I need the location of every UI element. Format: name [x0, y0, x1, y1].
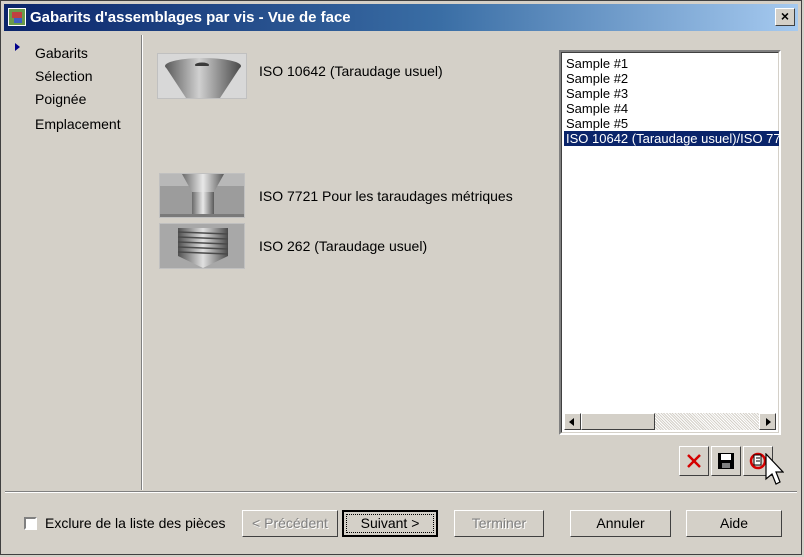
wizard-steps: Gabarits Sélection Poignée Emplacement — [1, 35, 142, 490]
list-item[interactable]: Sample #3 — [566, 86, 628, 101]
scroll-left-button[interactable] — [564, 413, 581, 430]
previous-button[interactable]: < Précédent — [242, 510, 338, 537]
template-label: ISO 10642 (Taraudage usuel) — [259, 63, 443, 79]
title-bar[interactable]: Gabarits d'assemblages par vis - Vue de … — [4, 4, 798, 31]
threaded-hole-icon — [159, 223, 245, 269]
mouse-cursor-icon — [765, 453, 784, 485]
step-poignee[interactable]: Poignée — [35, 91, 86, 107]
finish-button[interactable]: Terminer — [454, 510, 544, 537]
close-button[interactable]: × — [775, 8, 795, 26]
template-label: ISO 7721 Pour les taraudages métriques — [259, 188, 513, 204]
template-iso-10642[interactable]: ISO 10642 (Taraudage usuel) — [157, 53, 547, 99]
scroll-right-button[interactable] — [759, 413, 776, 430]
step-emplacement[interactable]: Emplacement — [35, 116, 121, 132]
template-iso-262[interactable]: ISO 262 (Taraudage usuel) — [159, 223, 549, 269]
delete-icon — [687, 454, 701, 468]
saved-templates-list[interactable]: Sample #1 Sample #2 Sample #3 Sample #4 … — [559, 50, 781, 435]
template-iso-7721[interactable]: ISO 7721 Pour les taraudages métriques — [159, 173, 549, 219]
list-item-selected[interactable]: ISO 10642 (Taraudage usuel)/ISO 7721 — [564, 131, 779, 146]
arrow-left-icon — [569, 418, 574, 426]
template-label: ISO 262 (Taraudage usuel) — [259, 238, 428, 254]
horizontal-scrollbar[interactable] — [564, 413, 776, 430]
scroll-thumb[interactable] — [581, 413, 655, 430]
next-button[interactable]: Suivant > — [342, 510, 438, 537]
exclude-checkbox[interactable] — [24, 517, 37, 530]
dialog-window: Gabarits d'assemblages par vis - Vue de … — [0, 0, 802, 555]
cancel-button[interactable]: Annuler — [570, 510, 671, 537]
list-item[interactable]: Sample #4 — [566, 101, 628, 116]
footer-separator — [5, 491, 797, 493]
list-item[interactable]: Sample #5 — [566, 116, 628, 131]
active-step-arrow-icon — [15, 43, 20, 51]
step-selection[interactable]: Sélection — [35, 68, 93, 84]
save-icon — [718, 453, 734, 469]
exclude-label[interactable]: Exclure de la liste des pièces — [45, 515, 226, 531]
save-button[interactable] — [711, 446, 741, 476]
delete-button[interactable] — [679, 446, 709, 476]
countersunk-hole-icon — [159, 173, 245, 218]
arrow-right-icon — [766, 418, 771, 426]
countersunk-screw-icon — [157, 53, 247, 99]
step-gabarits[interactable]: Gabarits — [35, 45, 88, 61]
list-item[interactable]: Sample #2 — [566, 71, 628, 86]
window-title: Gabarits d'assemblages par vis - Vue de … — [30, 9, 351, 26]
help-button[interactable]: Aide — [686, 510, 782, 537]
list-item[interactable]: Sample #1 — [566, 56, 628, 71]
app-icon — [8, 8, 26, 26]
